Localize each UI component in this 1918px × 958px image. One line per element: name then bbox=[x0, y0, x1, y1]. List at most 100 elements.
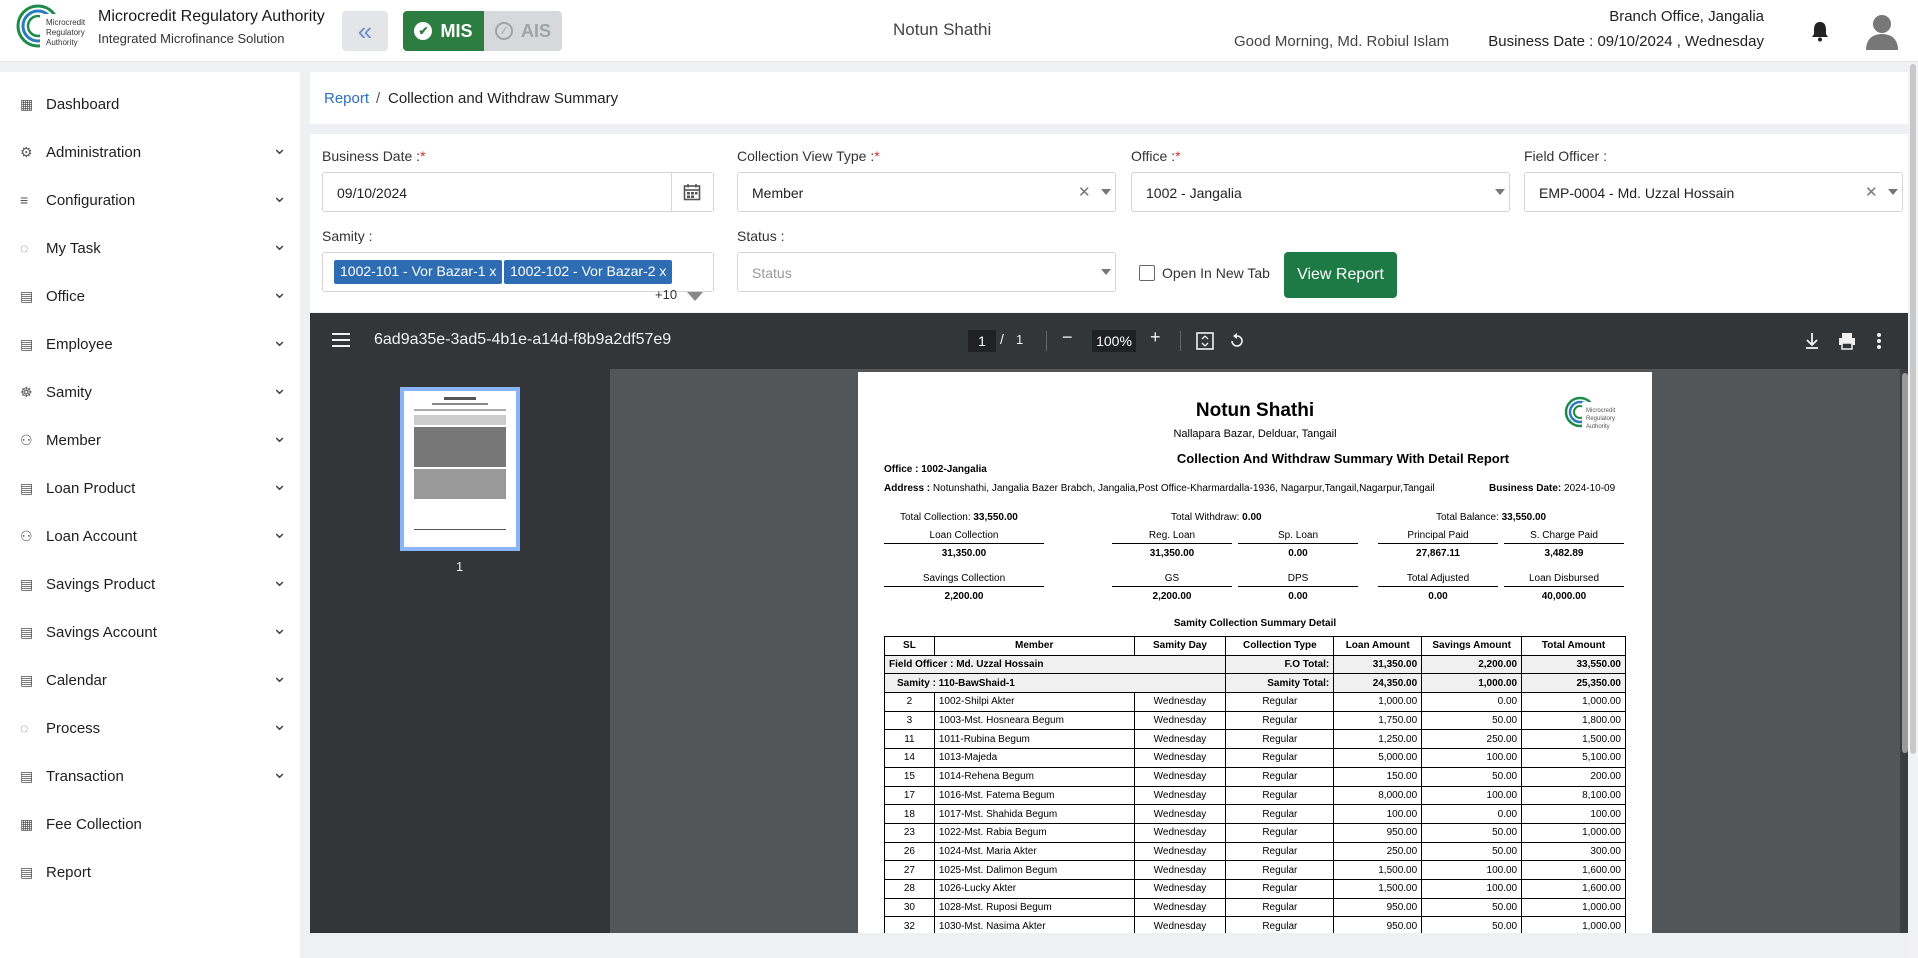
sidebar-item-dashboard[interactable]: ▦ Dashboard bbox=[0, 84, 300, 124]
summary-metric: S. Charge Paid 3,482.89 bbox=[1504, 530, 1624, 559]
chevron-down-icon[interactable]: ⌄ bbox=[272, 138, 287, 159]
chevron-down-icon[interactable]: ⌄ bbox=[272, 714, 287, 735]
sidebar-item-savings-product[interactable]: ▤ Savings Product ⌄ bbox=[0, 564, 300, 604]
sidebar-item-loan-account[interactable]: ⚇ Loan Account ⌄ bbox=[0, 516, 300, 556]
download-icon[interactable] bbox=[1804, 332, 1820, 350]
summary-label: Sp. Loan bbox=[1238, 530, 1358, 544]
table-cell: Regular bbox=[1225, 916, 1335, 933]
chevron-down-icon[interactable]: ⌄ bbox=[272, 234, 287, 255]
office-icon: ▤ bbox=[20, 288, 34, 304]
zoom-input[interactable]: 100% bbox=[1092, 330, 1136, 352]
calendar-icon[interactable] bbox=[683, 183, 701, 201]
breadcrumb-report-link[interactable]: Report bbox=[324, 90, 369, 107]
report-org-name: Notun Shathi bbox=[1195, 400, 1315, 421]
chevron-down-icon[interactable]: ⌄ bbox=[272, 522, 287, 543]
table-cell: 50.00 bbox=[1421, 897, 1523, 918]
sidebar-item-transaction[interactable]: ▤ Transaction ⌄ bbox=[0, 756, 300, 796]
chevron-down-icon[interactable] bbox=[687, 292, 703, 301]
table-cell: Regular bbox=[1225, 878, 1335, 899]
chevron-down-icon[interactable]: ⌄ bbox=[272, 282, 287, 303]
sidebar-item-loan-product[interactable]: ▤ Loan Product ⌄ bbox=[0, 468, 300, 508]
print-icon[interactable] bbox=[1838, 332, 1856, 350]
svg-text:Microcredit: Microcredit bbox=[46, 18, 86, 27]
sidebar-item-calendar[interactable]: ▤ Calendar ⌄ bbox=[0, 660, 300, 700]
sidebar-item-my-task[interactable]: ◌ My Task ⌄ bbox=[0, 228, 300, 268]
table-cell: 30 bbox=[884, 897, 935, 918]
view-report-button[interactable]: View Report bbox=[1284, 252, 1397, 298]
column-header: SL bbox=[884, 636, 935, 656]
chevron-down-icon[interactable]: ⌄ bbox=[272, 330, 287, 351]
chevron-down-icon[interactable]: ⌄ bbox=[272, 474, 287, 495]
more-options-icon[interactable] bbox=[1876, 332, 1882, 350]
chevron-down-icon[interactable]: ⌄ bbox=[272, 186, 287, 207]
table-cell: 1,500.00 bbox=[1333, 878, 1423, 899]
chevron-down-icon[interactable] bbox=[1101, 269, 1111, 275]
table-row: 26 1024-Mst. Maria Akter Wednesday Regular 2… bbox=[884, 841, 1626, 862]
office-select[interactable]: 1002 - Jangalia bbox=[1131, 172, 1510, 212]
column-header: Total Amount bbox=[1521, 636, 1626, 656]
open-new-tab-checkbox[interactable] bbox=[1139, 265, 1155, 281]
chevron-down-icon[interactable] bbox=[1101, 189, 1111, 195]
chip-remove-icon[interactable]: x bbox=[489, 263, 496, 279]
table-cell: Regular bbox=[1225, 822, 1335, 843]
field-officer-select[interactable]: EMP-0004 - Md. Uzzal Hossain ✕ bbox=[1524, 172, 1903, 212]
fit-page-icon[interactable] bbox=[1196, 332, 1214, 350]
user-avatar-icon[interactable] bbox=[1864, 12, 1900, 50]
sidebar-item-administration[interactable]: ⚙ Administration ⌄ bbox=[0, 132, 300, 172]
ais-toggle-button[interactable]: ⁄ AIS bbox=[484, 11, 562, 51]
chip-remove-icon[interactable]: x bbox=[659, 263, 666, 279]
rotate-icon[interactable] bbox=[1228, 332, 1246, 350]
table-cell: 1,800.00 bbox=[1521, 710, 1626, 731]
clear-icon[interactable]: ✕ bbox=[1078, 183, 1091, 201]
chevron-down-icon[interactable] bbox=[1495, 189, 1505, 195]
zoom-in-icon[interactable]: + bbox=[1150, 327, 1161, 348]
business-date-input[interactable]: 09/10/2024 bbox=[322, 172, 714, 212]
bell-icon[interactable] bbox=[1810, 20, 1830, 42]
chevron-down-icon[interactable]: ⌄ bbox=[272, 426, 287, 447]
table-cell: Wednesday bbox=[1133, 729, 1227, 750]
table-cell: 1030-Mst. Nasima Akter bbox=[933, 916, 1135, 933]
samity-multiselect[interactable]: 1002-101 - Vor Bazar-1 x 1002-102 - Vor … bbox=[322, 252, 714, 292]
samity-chip-label: 1002-101 - Vor Bazar-1 bbox=[340, 263, 486, 279]
view-type-select[interactable]: Member ✕ bbox=[737, 172, 1116, 212]
sidebar-item-process[interactable]: ◌ Process ⌄ bbox=[0, 708, 300, 748]
mis-toggle-button[interactable]: ✔ MIS bbox=[403, 11, 484, 51]
collapse-sidebar-button[interactable]: « bbox=[342, 11, 388, 51]
sidebar-item-report[interactable]: ▤ Report bbox=[0, 852, 300, 892]
sidebar-item-configuration[interactable]: ≡ Configuration ⌄ bbox=[0, 180, 300, 220]
menu-icon[interactable] bbox=[332, 333, 350, 347]
sidebar-item-label: Dashboard bbox=[46, 95, 120, 113]
table-cell: 15 bbox=[884, 766, 935, 787]
sidebar-item-member[interactable]: ⚇ Member ⌄ bbox=[0, 420, 300, 460]
chevron-down-icon[interactable]: ⌄ bbox=[272, 618, 287, 639]
table-cell: 23 bbox=[884, 822, 935, 843]
chevron-down-icon[interactable]: ⌄ bbox=[272, 378, 287, 399]
sidebar-item-fee-collection[interactable]: ▦ Fee Collection bbox=[0, 804, 300, 844]
summary-metric: Total Adjusted 0.00 bbox=[1378, 573, 1498, 602]
page-scrollbar-thumb[interactable] bbox=[1910, 64, 1916, 754]
zoom-out-icon[interactable]: − bbox=[1062, 327, 1073, 348]
svg-text:Regulatory: Regulatory bbox=[46, 28, 85, 37]
chevron-down-icon[interactable]: ⌄ bbox=[272, 666, 287, 687]
sidebar-item-office[interactable]: ▤ Office ⌄ bbox=[0, 276, 300, 316]
table-cell: 3 bbox=[884, 710, 935, 731]
samity-more-count[interactable]: +10 bbox=[655, 287, 677, 302]
total-collection: Total Collection: 33,550.00 bbox=[900, 512, 1018, 523]
table-cell: 100.00 bbox=[1421, 748, 1523, 768]
open-new-tab-label[interactable]: Open In New Tab bbox=[1162, 265, 1270, 281]
summary-metric: Loan Collection 31,350.00 bbox=[884, 530, 1044, 559]
status-placeholder: Status bbox=[752, 265, 792, 281]
table-cell: 32 bbox=[884, 916, 935, 933]
chevron-down-icon[interactable]: ⌄ bbox=[272, 762, 287, 783]
page-thumbnail[interactable] bbox=[400, 387, 520, 551]
chevron-down-icon[interactable] bbox=[1888, 189, 1898, 195]
sidebar-item-employee[interactable]: ▤ Employee ⌄ bbox=[0, 324, 300, 364]
status-select[interactable]: Status bbox=[737, 252, 1116, 292]
chevron-down-icon[interactable]: ⌄ bbox=[272, 570, 287, 591]
page-number-input[interactable]: 1 bbox=[968, 330, 996, 352]
sidebar-item-savings-account[interactable]: ▤ Savings Account ⌄ bbox=[0, 612, 300, 652]
summary-value: 27,867.11 bbox=[1416, 548, 1460, 559]
sidebar-item-samity[interactable]: ☸ Samity ⌄ bbox=[0, 372, 300, 412]
clear-icon[interactable]: ✕ bbox=[1865, 183, 1878, 201]
sidebar-item-label: Savings Product bbox=[46, 575, 156, 593]
